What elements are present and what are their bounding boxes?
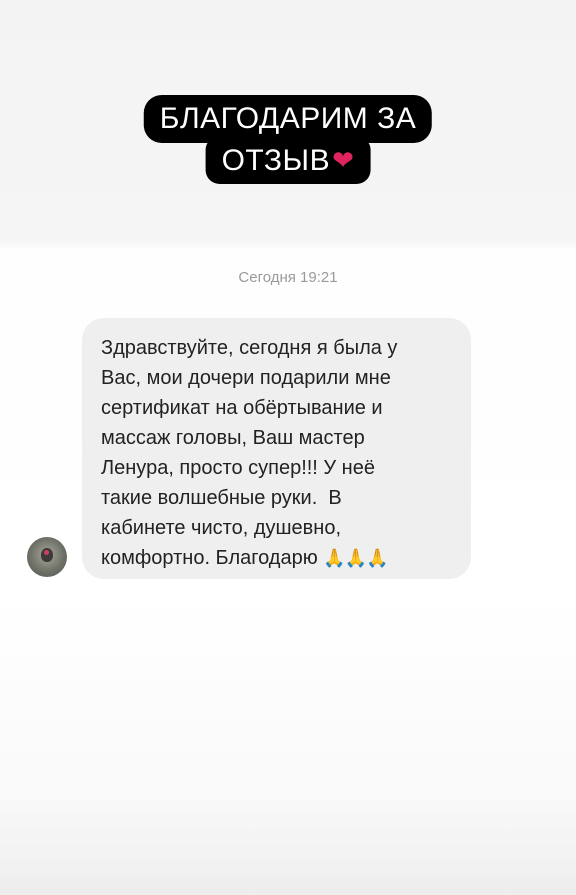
message-body: Здравствуйте, сегодня я была у Вас, мои … [101, 333, 453, 573]
message-timestamp: Сегодня 19:21 [238, 269, 338, 286]
praying-hands-icon: 🙏🙏🙏 [323, 548, 388, 568]
story-title-line-2-text: ОТЗЫВ [221, 144, 331, 177]
message-bubble[interactable]: Здравствуйте, сегодня я была у Вас, мои … [82, 318, 471, 579]
message-text: Здравствуйте, сегодня я была у Вас, мои … [101, 337, 398, 569]
story-title-line-2: ОТЗЫВ❤ [205, 136, 371, 184]
story-title-line-1-text: БЛАГОДАРИМ ЗА [159, 102, 417, 135]
heart-icon: ❤ [332, 145, 355, 175]
avatar-accent-icon [44, 550, 49, 555]
sender-avatar[interactable] [27, 537, 67, 577]
